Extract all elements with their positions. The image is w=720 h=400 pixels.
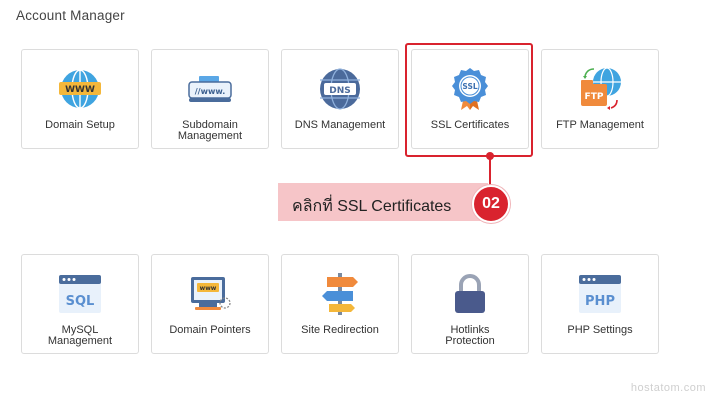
- page-title: Account Manager: [16, 8, 125, 23]
- watermark: hostatom.com: [630, 382, 706, 394]
- svg-text:DNS: DNS: [329, 86, 351, 96]
- svg-text:WWW: WWW: [65, 85, 95, 95]
- svg-text:SQL: SQL: [66, 294, 95, 309]
- svg-text:PHP: PHP: [585, 294, 615, 309]
- tile-label: Domain Setup: [45, 119, 115, 131]
- tile-label-line2: Management: [177, 130, 243, 142]
- tile-label-line2: Management: [47, 335, 113, 347]
- globe-www-icon: WWW: [57, 66, 103, 112]
- dns-globe-icon: DNS: [317, 66, 363, 112]
- svg-text:www: www: [200, 285, 217, 292]
- padlock-icon: [447, 271, 493, 317]
- ftp-icon: FTP: [577, 66, 623, 112]
- php-window-icon: PHP: [577, 271, 623, 317]
- tile-label-line2: Protection: [445, 335, 495, 347]
- tile-site-redirection[interactable]: Site Redirection: [281, 254, 399, 354]
- tile-subdomain-management[interactable]: //www. Subdomain Management: [151, 49, 269, 149]
- tile-label: DNS Management: [294, 119, 386, 131]
- tile-domain-setup[interactable]: WWW Domain Setup: [21, 49, 139, 149]
- tile-label: FTP Management: [556, 119, 644, 131]
- tile-mysql-management[interactable]: SQL MySQL Management: [21, 254, 139, 354]
- tile-dns-management[interactable]: DNS DNS Management: [281, 49, 399, 149]
- sql-window-icon: SQL: [57, 271, 103, 317]
- tile-label: PHP Settings: [567, 324, 633, 336]
- svg-text://www.: //www.: [195, 87, 226, 96]
- callout-text: คลิกที่ SSL Certificates: [292, 198, 452, 215]
- tile-label: Domain Pointers: [169, 324, 251, 336]
- highlight-box: [405, 43, 533, 157]
- tile-domain-pointers[interactable]: www Domain Pointers: [151, 254, 269, 354]
- subdomain-icon: //www.: [187, 66, 233, 112]
- svg-text:FTP: FTP: [585, 92, 604, 102]
- tile-ftp-management[interactable]: FTP FTP Management: [541, 49, 659, 149]
- connector-line: [489, 157, 491, 187]
- signpost-icon: [317, 271, 363, 317]
- tile-hotlinks-protection[interactable]: Hotlinks Protection: [411, 254, 529, 354]
- step-badge: 02: [472, 185, 510, 223]
- tile-php-settings[interactable]: PHP PHP Settings: [541, 254, 659, 354]
- domain-pointer-icon: www: [187, 271, 233, 317]
- tile-label: Site Redirection: [301, 324, 379, 336]
